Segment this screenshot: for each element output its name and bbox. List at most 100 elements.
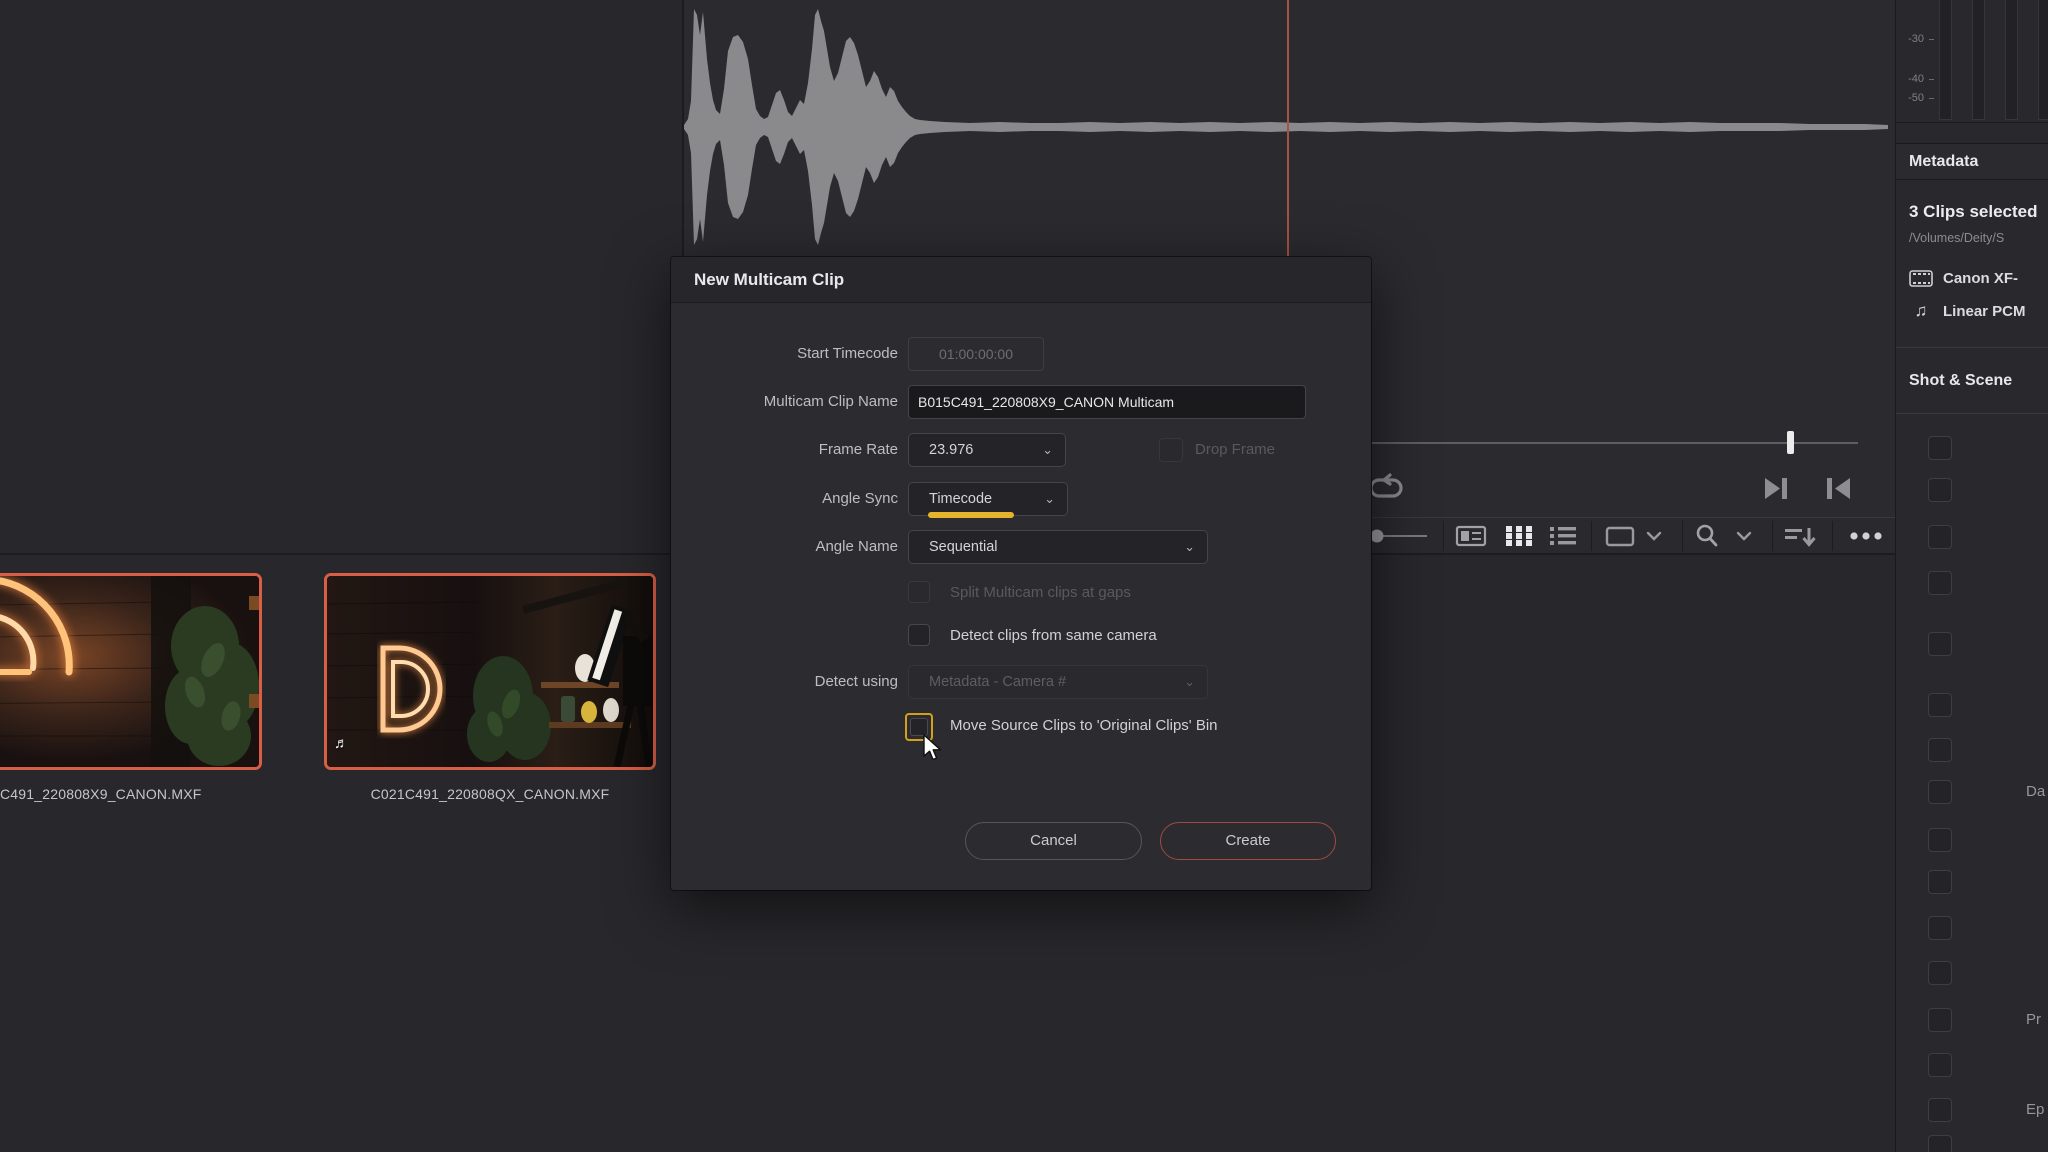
chevron-down-icon[interactable] (1645, 518, 1663, 554)
toolbar-separator (1591, 521, 1592, 551)
meter-db-label: -30 (1900, 33, 1924, 45)
angle-name-dropdown[interactable]: Sequential⌄ (908, 530, 1208, 564)
detect-same-camera-checkbox[interactable] (908, 624, 930, 646)
audio-meter-bar (1972, 0, 1985, 120)
metadata-field-checkbox[interactable] (1928, 780, 1952, 804)
detect-using-label: Detect using (638, 665, 898, 699)
cancel-button[interactable]: Cancel (965, 822, 1142, 860)
clip-name-input[interactable] (908, 385, 1306, 419)
video-format-label: Canon XF- (1943, 270, 2018, 287)
card-view-icon[interactable] (1455, 518, 1487, 554)
clip-thumbnail-image (327, 576, 653, 767)
metadata-field-checkbox[interactable] (1928, 916, 1952, 940)
grid-view-icon[interactable] (1505, 518, 1533, 554)
metadata-panel: -30-40-50 Metadata 3 Clips selected /Vol… (1895, 0, 2048, 1152)
drop-frame-checkbox (1159, 438, 1183, 462)
dialog-title: New Multicam Clip (671, 257, 1371, 303)
mouse-cursor (921, 733, 947, 763)
clip-preview-icon[interactable] (1605, 518, 1635, 554)
meter-db-label: -40 (1900, 73, 1924, 85)
skip-forward-icon[interactable] (1763, 476, 1791, 501)
frame-rate-label: Frame Rate (638, 433, 898, 467)
jog-bar[interactable] (1310, 442, 1858, 444)
video-format-row: Canon XF- (1909, 267, 2018, 289)
meter-tick-mark (1929, 39, 1934, 40)
angle-sync-highlight-underline (928, 512, 1014, 518)
audio-clip-badge: ♬ (334, 735, 349, 752)
media-pool-toolbar (1371, 517, 1895, 555)
metadata-field-label-partial: Pr (2026, 1011, 2041, 1028)
clip-name-label: Multicam Clip Name (638, 385, 898, 419)
more-options-icon[interactable] (1841, 518, 1891, 554)
shot-scene-header[interactable]: Shot & Scene (1909, 372, 2012, 390)
split-gaps-checkbox (908, 581, 930, 603)
frame-rate-dropdown[interactable]: 23.976⌄ (908, 433, 1066, 467)
split-gaps-label: Split Multicam clips at gaps (950, 584, 1131, 601)
metadata-panel-header: Metadata (1896, 143, 2048, 180)
start-timecode-label: Start Timecode (638, 337, 898, 371)
metadata-field-label-partial: Ep (2026, 1101, 2044, 1118)
list-view-icon[interactable] (1549, 518, 1577, 554)
new-multicam-clip-dialog: New Multicam Clip Start Timecode Multica… (671, 257, 1371, 890)
detect-using-dropdown: Metadata - Camera #⌄ (908, 665, 1208, 699)
toolbar-separator (1832, 521, 1833, 551)
detect-same-camera-label: Detect clips from same camera (950, 627, 1157, 644)
drop-frame-label: Drop Frame (1195, 441, 1275, 458)
audio-meter-bar (2038, 0, 2048, 120)
audio-waveform (684, 0, 1895, 300)
chevron-down-icon: ⌄ (1042, 434, 1053, 466)
clip-thumbnail-selected[interactable] (324, 573, 656, 770)
metadata-field-checkbox[interactable] (1928, 632, 1952, 656)
metadata-field-checkbox[interactable] (1928, 1135, 1952, 1152)
metadata-field-checkbox[interactable] (1928, 870, 1952, 894)
app-window: ♬ C491_220808X9_CANON.MXF C021C491_22080… (0, 0, 2048, 1152)
clip-thumbnail-image (0, 576, 259, 767)
metadata-field-checkbox[interactable] (1928, 571, 1952, 595)
clip-filename[interactable]: C491_220808X9_CANON.MXF (0, 786, 237, 802)
chevron-down-icon[interactable] (1735, 518, 1753, 554)
meter-tick-mark (1929, 79, 1934, 80)
create-button[interactable]: Create (1160, 822, 1336, 860)
metadata-field-checkbox[interactable] (1928, 828, 1952, 852)
sort-icon[interactable] (1783, 518, 1817, 554)
move-source-label: Move Source Clips to 'Original Clips' Bi… (950, 717, 1218, 734)
video-clip-icon (1909, 270, 1933, 287)
metadata-divider (1896, 347, 2048, 348)
angle-sync-dropdown[interactable]: Timecode⌄ (908, 482, 1068, 516)
toolbar-separator (1682, 521, 1683, 551)
audio-format-row: ♫ Linear PCM (1909, 300, 2026, 322)
loop-playback-icon[interactable] (1370, 472, 1406, 502)
start-timecode-input[interactable] (908, 337, 1044, 371)
metadata-field-checkbox[interactable] (1928, 525, 1952, 549)
jog-bar-handle[interactable] (1787, 431, 1794, 454)
metadata-field-checkbox[interactable] (1928, 693, 1952, 717)
angle-name-label: Angle Name (638, 530, 898, 564)
audio-meter-bar (2005, 0, 2018, 120)
metadata-field-checkbox[interactable] (1928, 1008, 1952, 1032)
clip-filename[interactable]: C021C491_220808QX_CANON.MXF (324, 786, 656, 802)
metadata-divider (1896, 413, 2048, 414)
metadata-field-checkbox[interactable] (1928, 436, 1952, 460)
toolbar-separator (1772, 521, 1773, 551)
metadata-field-checkbox[interactable] (1928, 1098, 1952, 1122)
music-note-icon: ♫ (1909, 301, 1933, 321)
chevron-down-icon: ⌄ (1184, 531, 1195, 563)
meter-db-label: -50 (1900, 92, 1924, 104)
metadata-field-checkbox[interactable] (1928, 1053, 1952, 1077)
chevron-down-icon: ⌄ (1184, 666, 1195, 698)
selection-path: /Volumes/Deity/S (1909, 231, 2004, 245)
angle-sync-label: Angle Sync (638, 482, 898, 516)
thumbnail-size-slider[interactable] (1371, 518, 1433, 554)
meter-tick-mark (1929, 98, 1934, 99)
search-icon[interactable] (1693, 518, 1721, 554)
clip-thumbnail-selected[interactable] (0, 573, 262, 770)
skip-back-icon[interactable] (1824, 476, 1852, 501)
metadata-field-label-partial: Da (2026, 783, 2045, 800)
metadata-field-checkbox[interactable] (1928, 961, 1952, 985)
audio-meter-bar (1939, 0, 1952, 120)
chevron-down-icon: ⌄ (1044, 483, 1055, 515)
metadata-field-checkbox[interactable] (1928, 478, 1952, 502)
meters-divider (1896, 122, 2048, 123)
toolbar-separator (1443, 521, 1444, 551)
metadata-field-checkbox[interactable] (1928, 738, 1952, 762)
